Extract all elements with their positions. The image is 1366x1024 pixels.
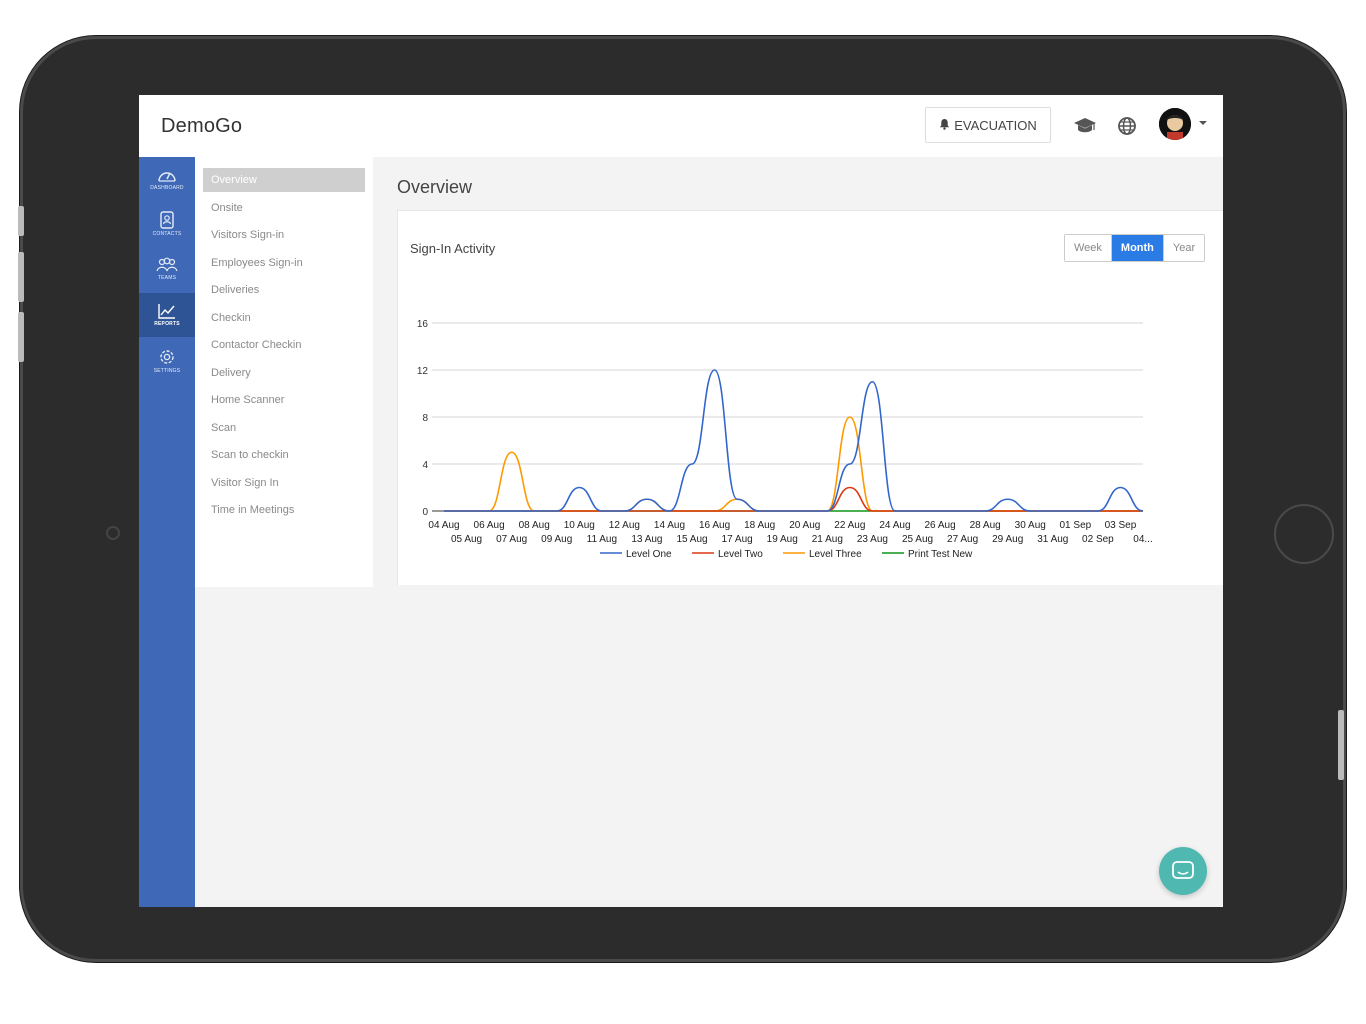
rail-item-contacts[interactable]: CONTACTS — [139, 202, 195, 246]
x-tick-label: 30 Aug — [1015, 520, 1046, 531]
volume-button — [18, 206, 24, 236]
volume-button — [18, 252, 24, 302]
bell-icon — [939, 118, 950, 133]
graduation-cap-icon[interactable] — [1073, 115, 1097, 137]
rail-label: REPORTS — [154, 321, 180, 327]
sign-in-activity-chart: 0 4 8 12 16 04 Aug 06 Aug 08 Aug 10 Aug 12 Aug 14 … — [417, 319, 1153, 560]
x-tick-label: 23 Aug — [857, 534, 888, 545]
top-bar: DemoGo EVACUATION — [139, 95, 1223, 157]
submenu-item-deliveries[interactable]: Deliveries — [203, 278, 365, 302]
camera-dot — [106, 526, 120, 540]
submenu-item-home-scanner[interactable]: Home Scanner — [203, 388, 365, 412]
x-tick-label: 21 Aug — [812, 534, 843, 545]
sign-in-activity-card: Sign-In Activity Week Month Year 0 4 8 12 16… — [397, 210, 1223, 585]
x-tick-label: 13 Aug — [631, 534, 662, 545]
submenu-item-time-in-meetings[interactable]: Time in Meetings — [203, 498, 365, 522]
page-title: Overview — [397, 177, 473, 197]
x-tick-label: 14 Aug — [654, 520, 685, 531]
legend-label: Level Two — [718, 549, 763, 560]
teams-icon — [156, 257, 178, 272]
x-tick-label: 24 Aug — [879, 520, 910, 531]
home-button[interactable] — [1274, 504, 1334, 564]
x-tick-label: 19 Aug — [767, 534, 798, 545]
submenu-item-employees-sign-in[interactable]: Employees Sign-in — [203, 251, 365, 275]
chat-launcher-button[interactable] — [1159, 847, 1207, 895]
x-tick-label: 04 Aug — [428, 520, 459, 531]
left-rail: DASHBOARD CONTACTS TEAMS REPORTS SETTING… — [139, 157, 195, 907]
x-tick-label: 04... — [1133, 534, 1152, 545]
submenu-item-scan-to-checkin[interactable]: Scan to checkin — [203, 443, 365, 467]
submenu-item-onsite[interactable]: Onsite — [203, 196, 365, 220]
y-tick-label: 4 — [422, 460, 428, 471]
x-tick-label: 20 Aug — [789, 520, 820, 531]
x-tick-label: 15 Aug — [676, 534, 707, 545]
rail-label: TEAMS — [157, 275, 177, 281]
submenu-item-scan[interactable]: Scan — [203, 416, 365, 440]
rail-item-dashboard[interactable]: DASHBOARD — [139, 157, 195, 201]
app-logo: DemoGo — [161, 115, 243, 137]
x-tick-label: 11 Aug — [587, 534, 617, 545]
rail-label: SETTINGS — [153, 368, 181, 374]
y-tick-label: 8 — [422, 413, 428, 424]
submenu-item-visitor-sign-in[interactable]: Visitor Sign In — [203, 471, 365, 495]
submenu-item-visitors-sign-in[interactable]: Visitors Sign-in — [203, 223, 365, 247]
x-tick-label: 29 Aug — [992, 534, 1023, 545]
y-tick-label: 0 — [422, 507, 428, 518]
rail-item-reports[interactable]: REPORTS — [139, 293, 195, 337]
x-tick-label: 28 Aug — [970, 520, 1001, 531]
chart-icon — [158, 304, 175, 319]
rail-label: CONTACTS — [152, 231, 182, 237]
x-tick-label: 07 Aug — [496, 534, 527, 545]
y-tick-label: 16 — [417, 319, 429, 330]
reports-submenu: Overview Onsite Visitors Sign-in Employe… — [195, 157, 373, 587]
chat-icon — [1172, 861, 1194, 879]
gear-icon — [160, 350, 174, 364]
legend-label: Level Three — [809, 549, 862, 560]
x-tick-label: 31 Aug — [1037, 534, 1068, 545]
legend-label: Level One — [626, 549, 672, 560]
rail-item-teams[interactable]: TEAMS — [139, 247, 195, 291]
x-tick-label: 10 Aug — [564, 520, 595, 531]
x-tick-label: 06 Aug — [474, 520, 505, 531]
x-tick-label: 09 Aug — [541, 534, 572, 545]
globe-icon[interactable] — [1115, 115, 1139, 137]
y-tick-label: 12 — [417, 366, 429, 377]
x-tick-label: 18 Aug — [744, 520, 775, 531]
x-tick-label: 16 Aug — [699, 520, 730, 531]
submenu-item-delivery[interactable]: Delivery — [203, 361, 365, 385]
series-line-level-one — [443, 369, 1144, 512]
x-tick-label: 27 Aug — [947, 534, 978, 545]
x-tick-label: 05 Aug — [451, 534, 482, 545]
x-tick-label: 17 Aug — [722, 534, 753, 545]
x-tick-label: 02 Sep — [1082, 534, 1114, 545]
legend-label: Print Test New — [908, 549, 973, 560]
submenu-item-overview[interactable]: Overview — [203, 168, 365, 192]
x-tick-label: 25 Aug — [902, 534, 933, 545]
speedometer-icon — [158, 172, 176, 182]
x-tick-label: 03 Sep — [1105, 520, 1137, 531]
volume-button — [18, 312, 24, 362]
chevron-down-icon[interactable] — [1199, 121, 1207, 125]
rail-label: DASHBOARD — [150, 185, 184, 191]
x-tick-label: 12 Aug — [609, 520, 640, 531]
contacts-icon — [160, 211, 174, 229]
series-line-level-two — [443, 486, 1143, 512]
app-screen: DemoGo EVACUATION DASHBOARD CONTACTS TEA… — [139, 95, 1223, 907]
submenu-item-contactor-checkin[interactable]: Contactor Checkin — [203, 333, 365, 357]
evacuation-button[interactable]: EVACUATION — [925, 107, 1051, 143]
evacuation-label: EVACUATION — [954, 117, 1037, 133]
submenu-item-checkin[interactable]: Checkin — [203, 306, 365, 330]
x-tick-label: 08 Aug — [519, 520, 550, 531]
rail-item-settings[interactable]: SETTINGS — [139, 339, 195, 383]
x-tick-label: 26 Aug — [924, 520, 955, 531]
power-button — [1338, 710, 1344, 780]
user-avatar[interactable] — [1159, 108, 1191, 140]
x-tick-label: 22 Aug — [834, 520, 865, 531]
x-tick-label: 01 Sep — [1060, 520, 1092, 531]
